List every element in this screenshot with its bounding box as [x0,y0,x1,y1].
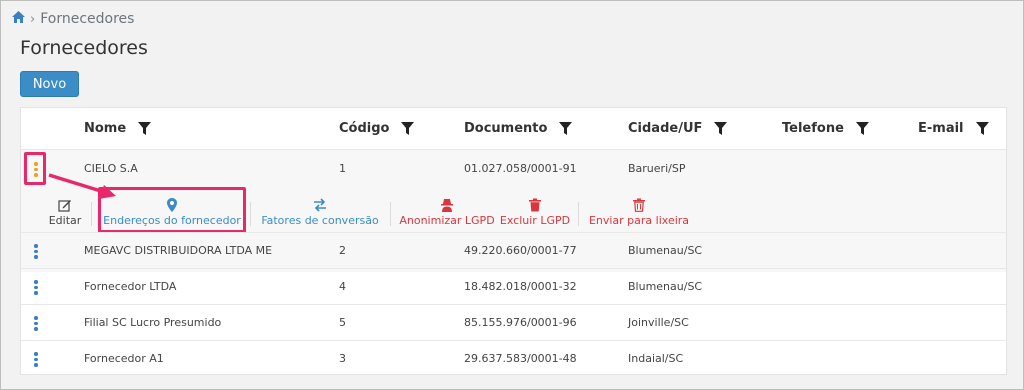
cell-documento: 85.155.976/0001-96 [464,316,577,329]
conversion-factors-action[interactable]: Fatores de conversão [260,192,380,232]
anonymous-user-icon [441,198,453,212]
filter-icon[interactable] [855,122,869,135]
row-menu-icon[interactable] [26,244,46,259]
highlight-box [24,152,46,185]
cell-codigo: 4 [339,280,346,293]
filter-icon[interactable] [138,122,152,135]
filter-icon[interactable] [559,122,573,135]
breadcrumb: › Fornecedores [12,10,134,28]
cell-codigo: 5 [339,316,346,329]
filter-icon[interactable] [714,122,728,135]
cell-codigo: 3 [339,352,346,365]
divider [250,202,251,226]
suppliers-table: Nome Código Documento Cidade/UF Telefone… [20,107,1007,375]
cell-documento: 18.482.018/0001-32 [464,280,577,293]
divider [578,202,579,226]
cell-documento: 49.220.660/0001-77 [464,244,577,257]
trash-outline-icon [633,198,645,212]
cell-codigo: 1 [339,162,346,175]
cell-cidade: Barueri/SP [628,162,686,175]
column-header-telefone: Telefone [782,108,869,149]
delete-lgpd-action[interactable]: Excluir LGPD [499,192,571,232]
cell-nome: Fornecedor A1 [84,352,164,365]
row-menu-icon[interactable] [26,316,46,331]
page-title: Fornecedores [20,37,148,59]
column-header-codigo: Código [339,108,415,149]
column-header-documento: Documento [464,108,573,149]
column-header-cidade: Cidade/UF [628,108,728,149]
row-menu-icon[interactable] [26,280,46,295]
column-header-email: E-mail [918,108,989,149]
anonymize-lgpd-action[interactable]: Anonimizar LGPD [399,192,495,232]
cell-documento: 29.637.583/0001-48 [464,352,577,365]
cell-codigo: 2 [339,244,346,257]
cell-nome: Fornecedor LTDA [84,280,177,293]
home-icon[interactable] [12,11,25,27]
send-to-trash-action[interactable]: Enviar para lixeira [587,192,691,232]
divider [390,202,391,226]
cell-nome: Filial SC Lucro Presumido [84,316,222,329]
cell-cidade: Blumenau/SC [628,280,703,293]
breadcrumb-current: Fornecedores [40,11,135,27]
new-supplier-button[interactable]: Novo [20,71,79,97]
cell-cidade: Indaial/SC [628,352,684,365]
cell-cidade: Blumenau/SC [628,244,703,257]
swap-arrows-icon [314,197,326,212]
table-row[interactable]: Filial SC Lucro Presumido 5 85.155.976/0… [21,304,1006,340]
cell-cidade: Joinville/SC [628,316,689,329]
table-row[interactable]: Fornecedor A1 3 29.637.583/0001-48 Indai… [21,340,1006,375]
column-header-nome: Nome [84,108,152,149]
filter-icon[interactable] [975,122,989,135]
row-menu-icon[interactable] [26,352,46,367]
annotation-arrow-icon [48,173,116,199]
cell-documento: 01.027.058/0001-91 [464,162,577,175]
table-row[interactable]: MEGAVC DISTRIBUIDORA LTDA ME 2 49.220.66… [21,232,1006,268]
row-actions-bar: Editar Endereços do fornecedor Fatores d… [21,187,1006,233]
filter-icon[interactable] [401,122,415,135]
table-row[interactable]: Fornecedor LTDA 4 18.482.018/0001-32 Blu… [21,268,1006,304]
chevron-right-icon: › [30,11,36,27]
app-frame: › Fornecedores Fornecedores Novo Nome Có… [0,0,1024,390]
trash-icon [529,198,541,211]
cell-nome: MEGAVC DISTRIBUIDORA LTDA ME [84,244,273,257]
